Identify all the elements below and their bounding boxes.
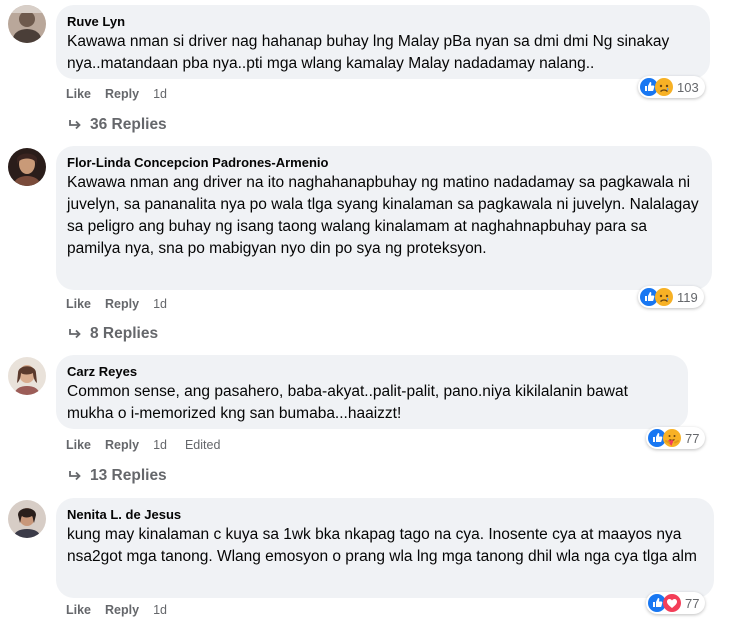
reply-button[interactable]: Reply [105, 603, 139, 617]
comment-bubble: Flor-Linda Concepcion Padrones-Armenio K… [56, 146, 712, 290]
replies-count[interactable]: 13 Replies [90, 467, 167, 485]
comment-actions: Like Reply 1d Edited [66, 438, 220, 452]
comment-timestamp[interactable]: 1d [153, 438, 167, 452]
comment-author[interactable]: Ruve Lyn [67, 13, 698, 31]
comment-text: Kawawa nman si driver nag hahanap buhay … [67, 33, 670, 72]
replies-count[interactable]: 36 Replies [90, 116, 167, 134]
reply-arrow-icon [69, 329, 81, 339]
reaction-summary[interactable]: 103 [638, 76, 705, 98]
avatar[interactable] [8, 357, 46, 395]
comment-author[interactable]: Flor-Linda Concepcion Padrones-Armenio [67, 154, 700, 172]
reply-button[interactable]: Reply [105, 297, 139, 311]
avatar[interactable] [8, 5, 46, 43]
reply-button[interactable]: Reply [105, 438, 139, 452]
comment-timestamp[interactable]: 1d [153, 297, 167, 311]
sad-reaction-icon [655, 288, 673, 306]
comment-author[interactable]: Nenita L. de Jesus [67, 506, 702, 524]
comment-author[interactable]: Carz Reyes [67, 363, 676, 381]
reaction-count: 119 [677, 289, 698, 305]
comment-text: kung may kinalaman c kuya sa 1wk bka nka… [67, 526, 697, 565]
edited-label[interactable]: Edited [185, 438, 220, 452]
comment-bubble: Carz Reyes Common sense, ang pasahero, b… [56, 355, 688, 429]
reaction-summary[interactable]: 77 [646, 592, 706, 614]
comment-actions: Like Reply 1d [66, 87, 167, 101]
replies-count[interactable]: 8 Replies [90, 325, 158, 343]
reaction-summary[interactable]: 77 [646, 427, 706, 449]
comment-bubble: Ruve Lyn Kawawa nman si driver nag hahan… [56, 5, 710, 79]
care-reaction-icon [663, 429, 681, 447]
reply-button[interactable]: Reply [105, 87, 139, 101]
sad-reaction-icon [655, 78, 673, 96]
comment-text: Kawawa nman ang driver na ito naghahanap… [67, 174, 699, 257]
avatar[interactable] [8, 500, 46, 538]
comment-actions: Like Reply 1d [66, 297, 167, 311]
love-reaction-icon [663, 594, 681, 612]
comment-timestamp[interactable]: 1d [153, 603, 167, 617]
reply-arrow-icon [69, 471, 81, 481]
view-replies-link[interactable]: 13 Replies [68, 467, 167, 485]
view-replies-link[interactable]: 36 Replies [68, 116, 167, 134]
reaction-count: 77 [685, 430, 700, 446]
reaction-count: 103 [677, 79, 699, 95]
reaction-count: 77 [685, 595, 700, 611]
comment-bubble: Nenita L. de Jesus kung may kinalaman c … [56, 498, 714, 598]
reaction-summary[interactable]: 119 [638, 286, 704, 308]
view-replies-link[interactable]: 8 Replies [68, 325, 158, 343]
avatar[interactable] [8, 148, 46, 186]
reply-arrow-icon [69, 120, 81, 130]
comment-actions: Like Reply 1d [66, 603, 167, 617]
comment-text: Common sense, ang pasahero, baba-akyat..… [67, 383, 628, 422]
like-button[interactable]: Like [66, 87, 91, 101]
like-button[interactable]: Like [66, 438, 91, 452]
comment-timestamp[interactable]: 1d [153, 87, 167, 101]
like-button[interactable]: Like [66, 297, 91, 311]
like-button[interactable]: Like [66, 603, 91, 617]
